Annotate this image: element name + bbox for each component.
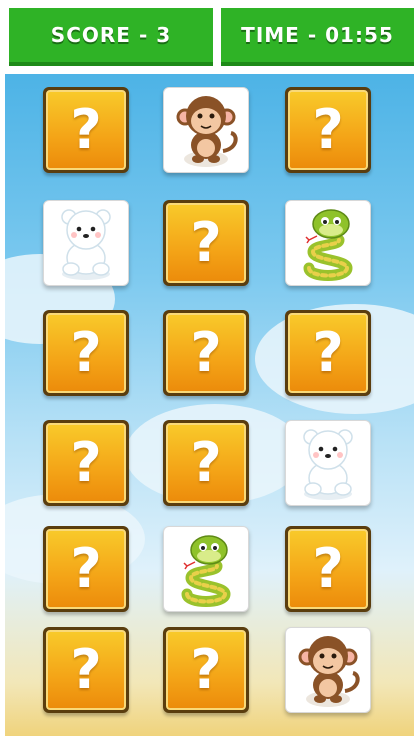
question-mark-icon: ? (70, 537, 102, 600)
card-back: ? (46, 630, 126, 710)
score-banner: SCORE - 3 (9, 8, 213, 66)
hidden-card-r5c3[interactable]: ? (285, 526, 371, 612)
monkey-icon (298, 634, 360, 709)
top-bar: SCORE - 3 TIME - 01:55 (0, 0, 414, 74)
game-board: ???????????? (5, 74, 414, 736)
card-back: ? (166, 313, 246, 393)
revealed-card-snake[interactable] (285, 200, 371, 286)
polar-bear-icon (61, 209, 111, 281)
hidden-card-r4c1[interactable]: ? (43, 420, 129, 506)
revealed-card-polar-bear[interactable] (285, 420, 371, 506)
revealed-card-monkey[interactable] (163, 87, 249, 173)
question-mark-icon: ? (70, 98, 102, 161)
hidden-card-r4c2[interactable]: ? (163, 420, 249, 506)
card-back: ? (288, 529, 368, 609)
hidden-card-r3c3[interactable]: ? (285, 310, 371, 396)
revealed-card-monkey[interactable] (285, 627, 371, 713)
hidden-card-r3c1[interactable]: ? (43, 310, 129, 396)
question-mark-icon: ? (312, 537, 344, 600)
hidden-card-r1c3[interactable]: ? (285, 87, 371, 173)
question-mark-icon: ? (312, 321, 344, 384)
question-mark-icon: ? (190, 431, 222, 494)
question-mark-icon: ? (70, 638, 102, 701)
hidden-card-r1c1[interactable]: ? (43, 87, 129, 173)
card-back: ? (46, 529, 126, 609)
question-mark-icon: ? (190, 321, 222, 384)
card-back: ? (166, 203, 246, 283)
time-separator: - (307, 23, 318, 47)
question-mark-icon: ? (190, 638, 222, 701)
hidden-card-r2c2[interactable]: ? (163, 200, 249, 286)
card-back: ? (46, 90, 126, 170)
question-mark-icon: ? (190, 211, 222, 274)
card-back: ? (288, 313, 368, 393)
question-mark-icon: ? (70, 431, 102, 494)
question-mark-icon: ? (312, 98, 344, 161)
question-mark-icon: ? (70, 321, 102, 384)
revealed-card-polar-bear[interactable] (43, 200, 129, 286)
snake-icon (287, 202, 369, 284)
snake-icon (165, 528, 247, 610)
score-label: SCORE (50, 23, 131, 47)
score-separator: - (138, 23, 149, 47)
polar-bear-icon (303, 429, 353, 501)
hidden-card-r3c2[interactable]: ? (163, 310, 249, 396)
time-label: TIME (241, 23, 300, 47)
card-back: ? (46, 423, 126, 503)
card-back: ? (166, 630, 246, 710)
hidden-card-r6c2[interactable]: ? (163, 627, 249, 713)
score-value: 3 (156, 23, 172, 47)
monkey-icon (176, 94, 238, 169)
card-back: ? (166, 423, 246, 503)
hidden-card-r5c1[interactable]: ? (43, 526, 129, 612)
card-back: ? (288, 90, 368, 170)
revealed-card-snake[interactable] (163, 526, 249, 612)
hidden-card-r6c1[interactable]: ? (43, 627, 129, 713)
time-banner: TIME - 01:55 (221, 8, 414, 66)
card-back: ? (46, 313, 126, 393)
time-value: 01:55 (325, 23, 394, 47)
